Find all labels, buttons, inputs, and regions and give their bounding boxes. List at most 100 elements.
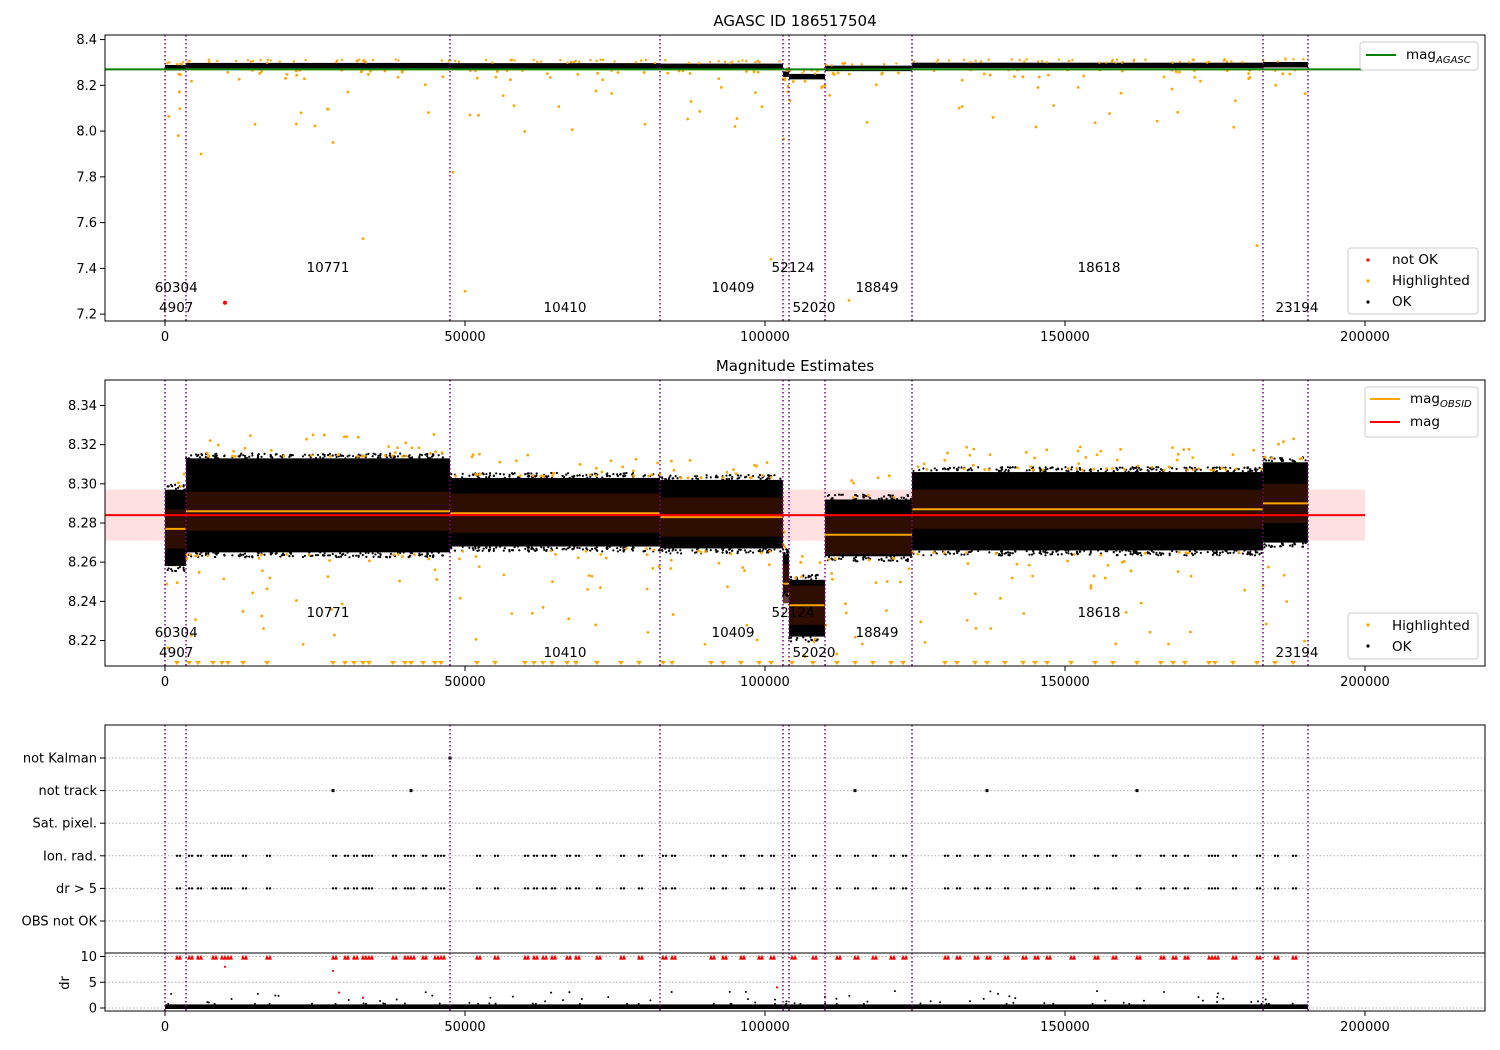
- dr-point: [785, 1000, 788, 1003]
- ok-point: [827, 493, 831, 497]
- flag-marker: [853, 789, 857, 793]
- flag-marker: [1186, 854, 1190, 857]
- highlighted-point: [1197, 467, 1201, 471]
- highlighted-point: [1255, 244, 1259, 247]
- ok-point: [1158, 551, 1161, 555]
- ok-point: [256, 554, 260, 557]
- top-legend-line: magAGASC: [1359, 41, 1479, 71]
- flag-marker: [544, 887, 548, 890]
- dr-xtick-label: 100000: [740, 1020, 790, 1035]
- highlighted-point: [594, 623, 597, 627]
- highlighted-point: [1267, 565, 1270, 569]
- ok-point: [1076, 470, 1079, 473]
- flag-marker: [724, 887, 728, 890]
- flag-marker: [772, 887, 776, 890]
- highlighted-point: [960, 78, 964, 82]
- ok-point: [1199, 551, 1202, 555]
- highlighted-point: [1016, 466, 1020, 470]
- ok-point: [608, 545, 611, 548]
- ok-point: [518, 549, 521, 552]
- flag-marker: [1183, 887, 1187, 890]
- flag-marker: [577, 854, 581, 857]
- flag-marker: [532, 887, 536, 890]
- highlighted-point: [743, 569, 746, 573]
- highlighted-point: [1119, 91, 1123, 95]
- ok-point: [779, 550, 782, 553]
- ok-point: [1280, 457, 1284, 460]
- highlighted-point: [1045, 61, 1049, 64]
- highlighted-point: [257, 556, 261, 560]
- ok-point: [862, 496, 865, 499]
- ok-point: [1032, 466, 1035, 469]
- flag-marker: [496, 887, 500, 890]
- ok-point: [676, 551, 679, 554]
- ok-point: [672, 548, 675, 551]
- dr-point: [1260, 1002, 1263, 1005]
- highlighted-point: [285, 72, 289, 76]
- highlighted-point: [587, 574, 591, 577]
- flag-marker: [1045, 854, 1049, 857]
- highlighted-point: [387, 445, 391, 449]
- highlighted-point: [1174, 70, 1178, 74]
- ok-point: [802, 636, 805, 639]
- ok-point: [288, 454, 292, 457]
- highlighted-point: [530, 611, 534, 615]
- flag-marker: [229, 854, 233, 857]
- highlighted-point: [1237, 550, 1241, 554]
- ok-point: [1067, 552, 1070, 555]
- ok-point: [887, 494, 890, 497]
- flag-marker: [955, 854, 959, 857]
- highlighted-point: [468, 113, 472, 117]
- ok-point: [503, 546, 506, 550]
- ok-point: [1089, 468, 1092, 471]
- ok-point: [251, 555, 254, 558]
- mid-ytick-label: 8.26: [68, 556, 97, 571]
- ok-band: [186, 62, 450, 69]
- ok-point: [1243, 466, 1246, 469]
- flag-marker: [265, 854, 269, 857]
- dr-point: [383, 1002, 386, 1005]
- highlighted-point: [1144, 58, 1147, 61]
- ok-point: [392, 456, 395, 460]
- ok-point: [481, 549, 484, 552]
- highlighted-point: [363, 60, 366, 63]
- ok-point: [730, 549, 734, 552]
- ok-point: [301, 555, 305, 559]
- ok-point: [468, 474, 471, 477]
- dr-point: [835, 997, 838, 1000]
- ok-point: [995, 468, 998, 471]
- ok-point: [437, 551, 440, 554]
- highlighted-point: [860, 62, 863, 66]
- ok-point: [1000, 549, 1004, 553]
- flag-marker: [1210, 854, 1214, 857]
- ok-point: [424, 555, 427, 558]
- flag-marker: [535, 854, 539, 857]
- highlighted-point: [222, 577, 226, 581]
- highlighted-point: [1031, 468, 1035, 472]
- ok-point: [751, 551, 755, 554]
- ok-point: [420, 553, 424, 556]
- ok-point: [730, 477, 734, 480]
- ok-point: [676, 477, 679, 480]
- highlighted-point: [1110, 60, 1114, 63]
- highlighted-point: [672, 468, 676, 472]
- highlighted-point: [400, 70, 404, 74]
- ok-point: [680, 552, 683, 555]
- flag-marker: [544, 854, 548, 857]
- ok-point: [691, 477, 694, 480]
- highlighted-point: [818, 561, 822, 565]
- ok-point: [1129, 552, 1132, 555]
- mid-xtick-label: 0: [161, 675, 169, 690]
- ok-point: [326, 454, 330, 457]
- dr-point: [1264, 998, 1267, 1001]
- highlighted-point: [512, 104, 516, 108]
- highlighted-point: [987, 58, 990, 61]
- flag-marker: [226, 854, 230, 857]
- highlighted-point: [697, 549, 700, 553]
- highlighted-point: [559, 58, 562, 62]
- ok-point: [513, 546, 516, 549]
- highlighted-point: [1247, 72, 1251, 75]
- ok-point: [1233, 549, 1236, 552]
- highlighted-point: [753, 463, 756, 467]
- flag-marker: [1174, 887, 1178, 890]
